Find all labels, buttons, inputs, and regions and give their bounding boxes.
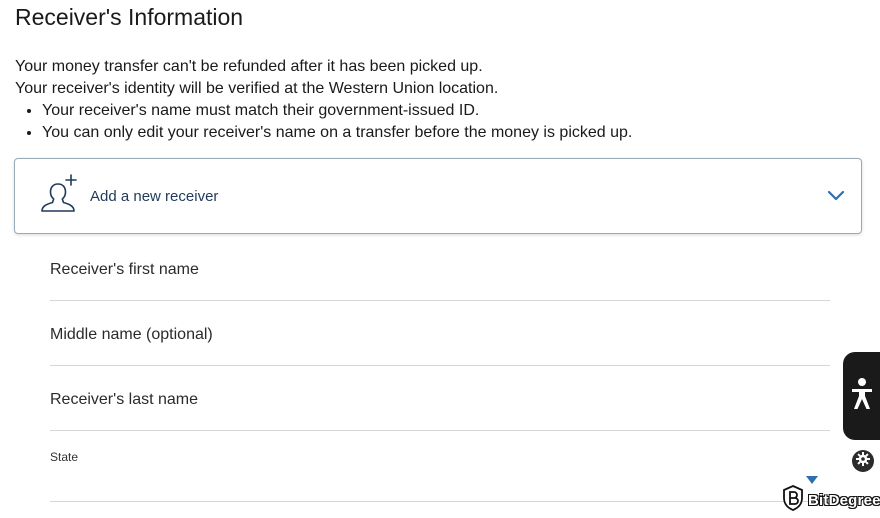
settings-button[interactable] — [852, 450, 874, 472]
notice-line-refund: Your money transfer can't be refunded af… — [15, 58, 483, 75]
bitdegree-watermark: BitDegree — [782, 485, 880, 516]
gear-icon — [856, 451, 870, 471]
notice-bullet-id-match: Your receiver's name must match their go… — [42, 100, 835, 122]
state-label: State — [50, 450, 79, 464]
state-select[interactable]: State — [50, 445, 830, 502]
add-person-icon — [39, 173, 81, 220]
receiver-first-name-field[interactable]: Receiver's first name — [50, 250, 830, 301]
middle-name-label: Middle name (optional) — [50, 326, 213, 343]
page-title: Receiver's Information — [15, 4, 244, 30]
chevron-down-icon[interactable] — [827, 189, 845, 207]
notice-line-identity: Your receiver's identity will be verifie… — [15, 80, 499, 97]
bitdegree-logo-text: BitDegree — [808, 492, 880, 509]
accessibility-person-icon — [850, 377, 874, 416]
notice-bullet-list: Your receiver's name must match their go… — [15, 100, 835, 144]
notice-bullet-edit-name: You can only edit your receiver's name o… — [42, 122, 835, 144]
add-new-receiver-dropdown[interactable]: Add a new receiver — [14, 158, 862, 234]
receiver-last-name-field[interactable]: Receiver's last name — [50, 380, 830, 431]
transfer-notice: Your money transfer can't be refunded af… — [15, 56, 835, 144]
first-name-label: Receiver's first name — [50, 261, 199, 278]
receiver-middle-name-field[interactable]: Middle name (optional) — [50, 315, 830, 366]
bitdegree-logo-icon — [782, 485, 804, 516]
accessibility-widget-button[interactable] — [843, 352, 880, 440]
add-new-receiver-label: Add a new receiver — [90, 188, 219, 205]
last-name-label: Receiver's last name — [50, 391, 198, 408]
